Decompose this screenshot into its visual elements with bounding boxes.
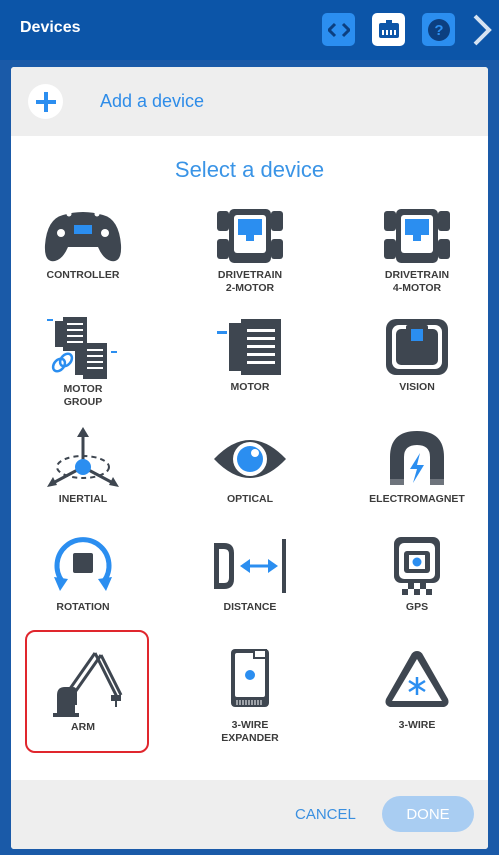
device-label: INERTIAL (58, 493, 108, 505)
header-bar: Devices ? (0, 0, 499, 60)
add-device-label[interactable]: Add a device (100, 91, 204, 112)
device-label: DISTANCE (223, 601, 277, 613)
device-label: DRIVETRAIN 2-MOTOR (217, 269, 283, 294)
motor-icon (217, 319, 281, 375)
done-button[interactable]: DONE (382, 796, 474, 832)
device-label: VISION (399, 381, 435, 393)
plus-icon[interactable] (28, 84, 63, 119)
device-rotation[interactable]: ROTATION (13, 535, 153, 614)
distance-icon (214, 539, 286, 593)
drivetrain-2-motor-icon (217, 209, 283, 263)
device-distance[interactable]: DISTANCE (180, 535, 320, 614)
3-wire-icon (385, 651, 449, 707)
footer-bar: CANCEL DONE (11, 780, 488, 849)
cancel-button[interactable]: CANCEL (295, 806, 356, 823)
device-label: CONTROLLER (46, 269, 120, 281)
device-label: 3-WIRE EXPANDER (221, 719, 279, 744)
device-gps[interactable]: GPS (347, 535, 487, 614)
vision-icon (386, 319, 448, 375)
device-label: 3-WIRE (398, 719, 436, 731)
svg-text:?: ? (434, 22, 443, 39)
device-vision[interactable]: VISION (347, 317, 487, 394)
device-motor-group[interactable]: MOTOR GROUP (13, 317, 153, 409)
device-motor[interactable]: MOTOR (180, 317, 320, 394)
collapse-panel-button[interactable] (470, 14, 494, 46)
device-label: ELECTROMAGNET (369, 493, 465, 505)
device-label: OPTICAL (226, 493, 274, 505)
chevron-right-icon (473, 14, 492, 46)
controller-icon (44, 211, 122, 262)
inertial-icon (47, 427, 119, 487)
rotation-icon (54, 537, 112, 591)
devices-button[interactable] (372, 13, 405, 46)
code-view-button[interactable] (322, 13, 355, 46)
device-arm[interactable]: ARM (13, 647, 153, 734)
help-button[interactable]: ? (422, 13, 455, 46)
add-device-row[interactable]: Add a device (11, 67, 488, 136)
device-port-icon (378, 19, 399, 38)
page-title: Devices (20, 19, 81, 36)
electromagnet-icon (390, 431, 444, 485)
device-drivetrain-4-motor[interactable]: DRIVETRAIN 4-MOTOR (347, 207, 487, 295)
optical-icon (214, 440, 286, 478)
device-3-wire[interactable]: 3-WIRE (347, 647, 487, 732)
device-label: MOTOR GROUP (63, 383, 103, 408)
device-electromagnet[interactable]: ELECTROMAGNET (347, 427, 487, 506)
drivetrain-4-motor-icon (384, 209, 450, 263)
device-drivetrain-2-motor[interactable]: DRIVETRAIN 2-MOTOR (180, 207, 320, 295)
arm-icon (53, 652, 123, 717)
device-controller[interactable]: CONTROLLER (13, 207, 153, 282)
select-device-title: Select a device (174, 157, 325, 182)
3-wire-expander-icon (231, 649, 269, 707)
device-inertial[interactable]: INERTIAL (13, 427, 153, 506)
device-label: ROTATION (56, 601, 110, 613)
gps-icon (394, 537, 440, 595)
device-3-wire-expander[interactable]: 3-WIRE EXPANDER (180, 647, 320, 745)
code-icon (327, 22, 350, 37)
motor-group-icon (47, 317, 117, 379)
device-label: ARM (71, 721, 95, 733)
device-label: MOTOR (230, 381, 270, 393)
help-icon: ? (427, 18, 450, 41)
device-picker-panel: Add a device Select a device CONTROLLER … (11, 67, 488, 849)
device-label: GPS (405, 601, 429, 613)
device-optical[interactable]: OPTICAL (180, 427, 320, 506)
device-label: DRIVETRAIN 4-MOTOR (384, 269, 450, 294)
